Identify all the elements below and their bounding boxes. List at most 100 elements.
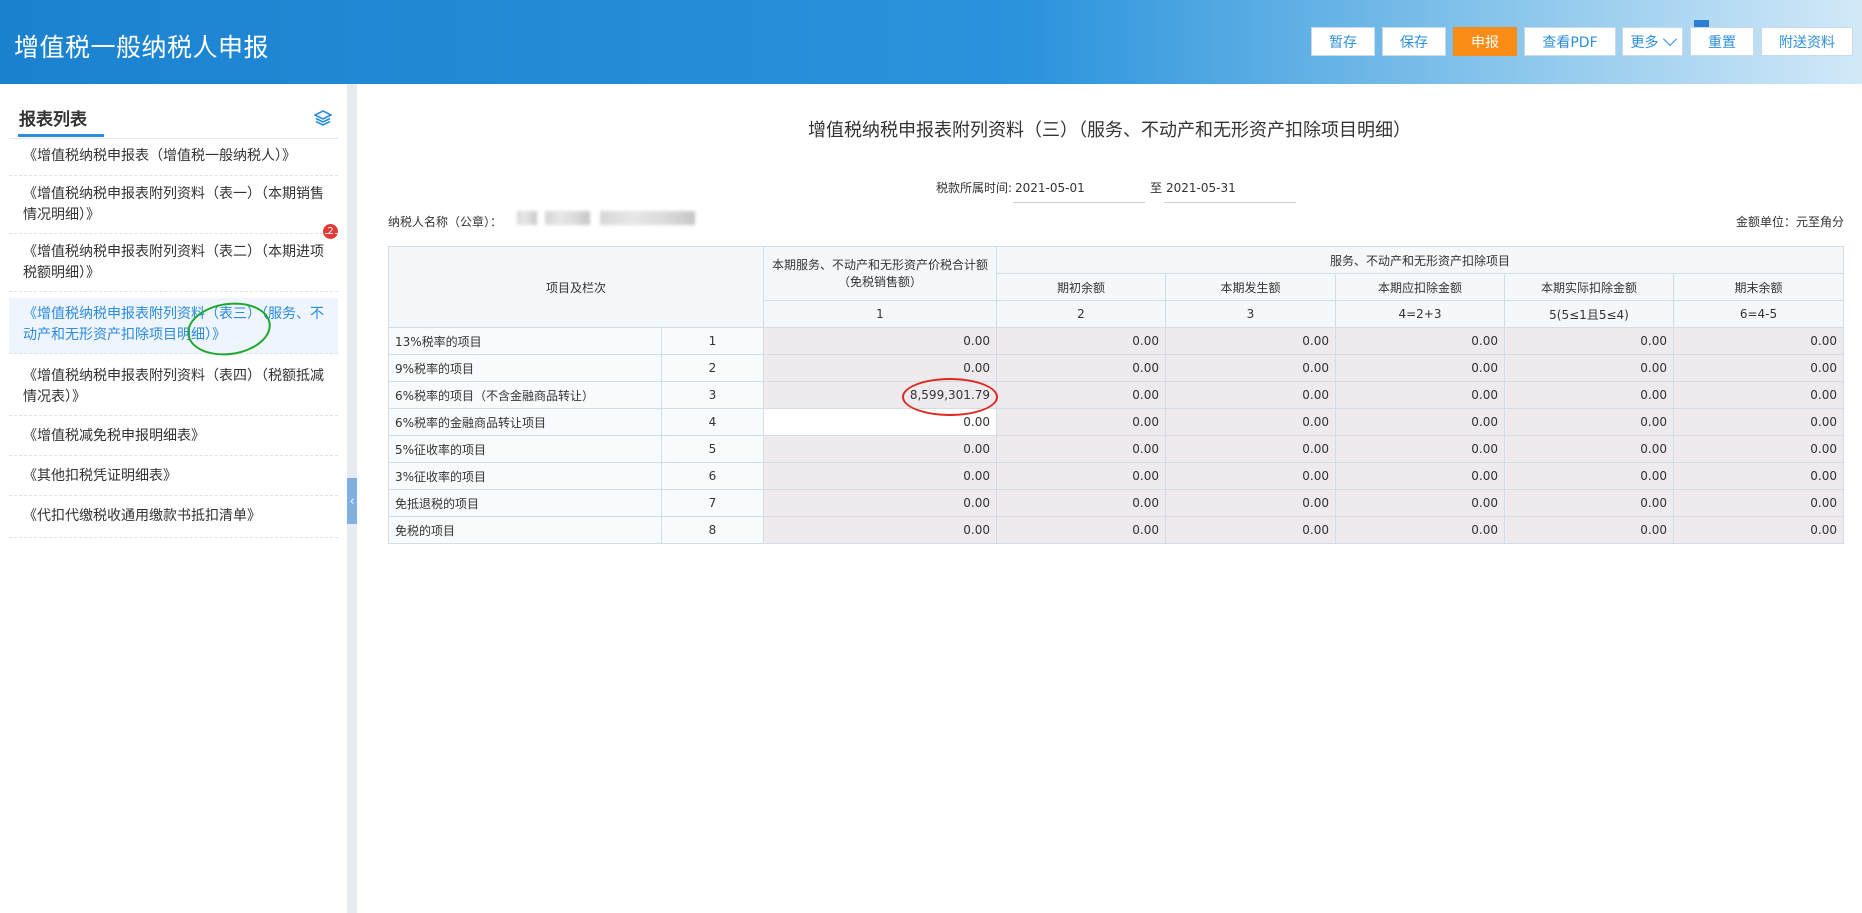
amount-unit-label: 金额单位：元至角分: [1735, 215, 1844, 229]
cell-closing-balance[interactable]: 0.00: [1673, 462, 1844, 490]
attach-materials-button[interactable]: 附送资料: [1761, 27, 1853, 56]
cell-actual-deduction[interactable]: 0.00: [1504, 516, 1674, 544]
cell-deductible-amount[interactable]: 0.00: [1335, 354, 1505, 382]
table-row: 13%税率的项目 1 0.00 0.00 0.00 0.00 0.00 0.00: [388, 327, 1844, 355]
cell-deductible-amount[interactable]: 0.00: [1335, 381, 1505, 409]
sidebar-item-vat-return[interactable]: 《增值税纳税申报表（增值税一般纳税人）》: [9, 140, 338, 176]
table-row: 9%税率的项目 2 0.00 0.00 0.00 0.00 0.00 0.00: [388, 354, 1844, 382]
row-number: 3: [661, 381, 764, 409]
sidebar-item-schedule-1[interactable]: 《增值税纳税申报表附列资料（表一）（本期销售情况明细）》: [9, 178, 338, 234]
report-title: 增值税纳税申报表附列资料（三）（服务、不动产和无形资产扣除项目明细）: [808, 120, 1411, 141]
cell-opening-balance[interactable]: 0.00: [996, 435, 1166, 463]
sidebar-item-schedule-2[interactable]: 《增值税纳税申报表附列资料（表二）（本期进项税额明细）》: [9, 236, 338, 292]
cell-opening-balance[interactable]: 0.00: [996, 462, 1166, 490]
cell-current-amount[interactable]: 0.00: [1165, 381, 1336, 409]
column-number: 4=2+3: [1335, 300, 1505, 328]
sidebar-item-tax-reduction-detail[interactable]: 《增值税减免税申报明细表》: [9, 418, 338, 456]
taxpayer-name-label: 纳税人名称（公章）：: [388, 215, 503, 229]
cell-deductible-amount[interactable]: 0.00: [1335, 435, 1505, 463]
cell-total-amount[interactable]: 0.00: [763, 435, 997, 463]
table-row: 6%税率的项目（不含金融商品转让） 3 8,599,301.79 0.00 0.…: [388, 381, 1844, 409]
cell-total-amount[interactable]: 0.00: [763, 327, 997, 355]
cell-opening-balance[interactable]: 0.00: [996, 516, 1166, 544]
cell-actual-deduction[interactable]: 0.00: [1504, 489, 1674, 517]
row-number: 6: [661, 462, 764, 490]
cell-deductible-amount[interactable]: 0.00: [1335, 327, 1505, 355]
cell-opening-balance[interactable]: 0.00: [996, 381, 1166, 409]
cell-current-amount[interactable]: 0.00: [1165, 489, 1336, 517]
cell-closing-balance[interactable]: 0.00: [1673, 381, 1844, 409]
save-button[interactable]: 保存: [1382, 27, 1446, 56]
cell-actual-deduction[interactable]: 0.00: [1504, 435, 1674, 463]
cell-current-amount[interactable]: 0.00: [1165, 408, 1336, 436]
cell-deductible-amount[interactable]: 0.00: [1335, 516, 1505, 544]
cell-actual-deduction[interactable]: 0.00: [1504, 327, 1674, 355]
row-item-name: 3%征收率的项目: [388, 462, 662, 490]
sidebar-item-schedule-4[interactable]: 《增值税纳税申报表附列资料（表四）（税额抵减情况表）》: [9, 360, 338, 416]
cell-opening-balance[interactable]: 0.00: [996, 408, 1166, 436]
submit-declaration-button[interactable]: 申报: [1453, 27, 1517, 56]
more-menu-label: 更多: [1630, 34, 1659, 51]
cell-deductible-amount[interactable]: 0.00: [1335, 489, 1505, 517]
sidebar-item-withholding-list[interactable]: 《代扣代缴税收通用缴款书抵扣清单》: [9, 498, 338, 538]
column-number: 3: [1165, 300, 1336, 328]
cell-total-amount[interactable]: 0.00: [763, 489, 997, 517]
cell-actual-deduction[interactable]: 0.00: [1504, 381, 1674, 409]
cell-current-amount[interactable]: 0.00: [1165, 516, 1336, 544]
row-number: 8: [661, 516, 764, 544]
cell-opening-balance[interactable]: 0.00: [996, 489, 1166, 517]
row-number: 5: [661, 435, 764, 463]
cell-actual-deduction[interactable]: 0.00: [1504, 354, 1674, 382]
report-list-sidebar: 报表列表 《增值税纳税申报表（增值税一般纳税人）》 2 《增值税纳税申报表附列资…: [0, 84, 347, 913]
column-number: 2: [996, 300, 1166, 328]
deduction-items-table: 项目及栏次 本期服务、不动产和无形资产价税合计额（免税销售额） 服务、不动产和无…: [388, 246, 1844, 544]
period-end-field[interactable]: [1164, 173, 1296, 203]
sidebar-item-other-deduction-vouchers[interactable]: 《其他扣税凭证明细表》: [9, 458, 338, 496]
sidebar-item-label: 《增值税纳税申报表附列资料（表三）（服务、不动产和无形资产扣除项目明细）》: [23, 306, 324, 343]
cell-opening-balance[interactable]: 0.00: [996, 354, 1166, 382]
cell-actual-deduction[interactable]: 0.00: [1504, 408, 1674, 436]
table-row: 5%征收率的项目 5 0.00 0.00 0.00 0.00 0.00 0.00: [388, 435, 1844, 463]
collapse-sidebar-icon[interactable]: ‹: [347, 478, 357, 524]
sidebar-item-schedule-3[interactable]: 《增值税纳税申报表附列资料（表三）（服务、不动产和无形资产扣除项目明细）》: [9, 298, 338, 354]
cell-deductible-amount[interactable]: 0.00: [1335, 462, 1505, 490]
cell-actual-deduction[interactable]: 0.00: [1504, 462, 1674, 490]
cell-current-amount[interactable]: 0.00: [1165, 435, 1336, 463]
reset-button[interactable]: 重置: [1690, 27, 1754, 56]
view-pdf-button[interactable]: 查看PDF: [1524, 27, 1616, 56]
period-start-field[interactable]: [1013, 173, 1145, 203]
sidebar-header: 报表列表: [9, 104, 338, 139]
row-number: 4: [661, 408, 764, 436]
cell-total-amount[interactable]: 0.00: [763, 516, 997, 544]
sidebar-title: 报表列表: [19, 110, 87, 130]
row-item-name: 6%税率的金融商品转让项目: [388, 408, 662, 436]
cell-current-amount[interactable]: 0.00: [1165, 462, 1336, 490]
cell-current-amount[interactable]: 0.00: [1165, 327, 1336, 355]
cell-total-amount[interactable]: 0.00: [763, 462, 997, 490]
row-number: 7: [661, 489, 764, 517]
row-item-name: 免抵退税的项目: [388, 489, 662, 517]
cell-closing-balance[interactable]: 0.00: [1673, 408, 1844, 436]
cell-closing-balance[interactable]: 0.00: [1673, 354, 1844, 382]
table-row: 3%征收率的项目 6 0.00 0.00 0.00 0.00 0.00 0.00: [388, 462, 1844, 490]
cell-deductible-amount[interactable]: 0.00: [1335, 408, 1505, 436]
row-item-name: 6%税率的项目（不含金融商品转让）: [388, 381, 662, 409]
column-number: 1: [763, 300, 997, 328]
header-closing-balance: 期末余额: [1673, 273, 1844, 301]
cell-closing-balance[interactable]: 0.00: [1673, 516, 1844, 544]
cell-opening-balance[interactable]: 0.00: [996, 327, 1166, 355]
cell-current-amount[interactable]: 0.00: [1165, 354, 1336, 382]
chevron-down-icon: [1662, 31, 1677, 46]
temp-save-button[interactable]: 暂存: [1311, 27, 1375, 56]
redacted-taxpayer-name: [600, 211, 695, 225]
more-menu-button[interactable]: 更多: [1622, 27, 1683, 56]
cell-closing-balance[interactable]: 0.00: [1673, 435, 1844, 463]
column-number: 6=4-5: [1673, 300, 1844, 328]
cell-closing-balance[interactable]: 0.00: [1673, 489, 1844, 517]
app-title: 增值税一般纳税人申报: [14, 33, 270, 62]
cell-closing-balance[interactable]: 0.00: [1673, 327, 1844, 355]
header-actual-deduction: 本期实际扣除金额: [1504, 273, 1674, 301]
layers-icon[interactable]: [314, 110, 332, 126]
red-circle-annotation: [902, 378, 998, 416]
cell-total-amount[interactable]: 0.00: [763, 354, 997, 382]
